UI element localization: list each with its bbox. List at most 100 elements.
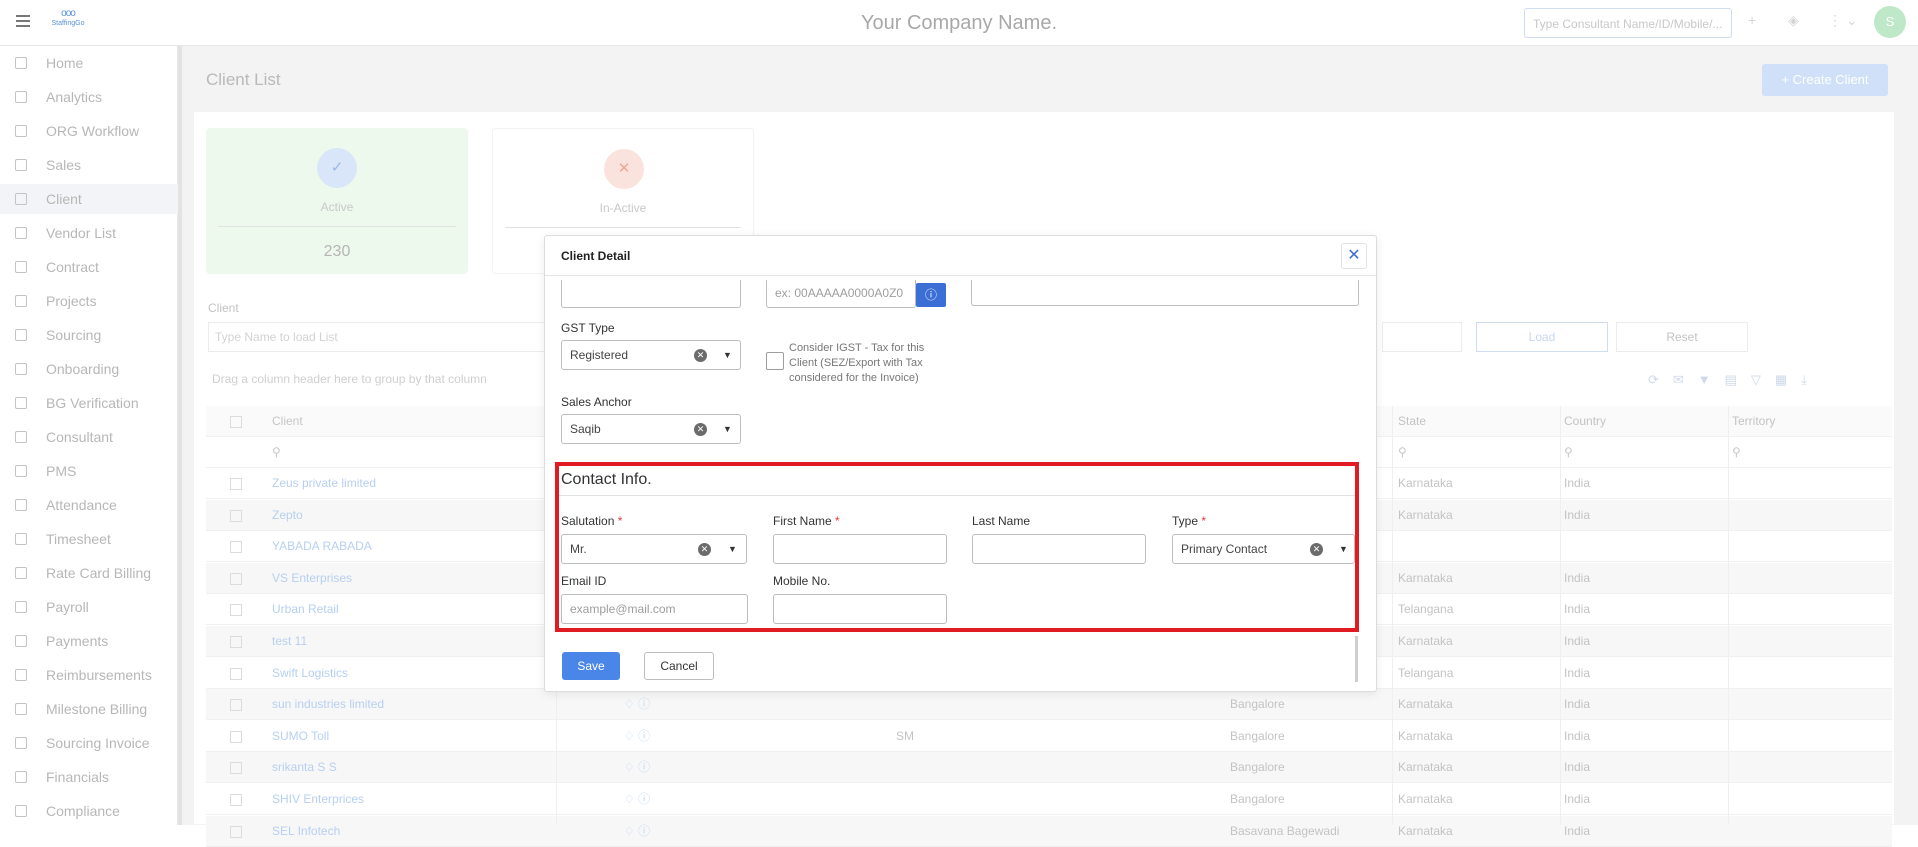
modal-scrollbar[interactable] (1355, 636, 1358, 682)
row-action-icons[interactable]: ♢ ⓘ (624, 784, 684, 815)
row-checkbox[interactable] (230, 572, 242, 585)
row-checkbox[interactable] (230, 794, 242, 806)
row-checkbox[interactable] (230, 730, 242, 743)
row-action-icons[interactable]: ♢ ⓘ (624, 721, 684, 752)
sidebar-item-vendor-list[interactable]: Vendor List (0, 218, 178, 248)
sidebar-item-financials[interactable]: Financials (0, 762, 178, 792)
client-name-link[interactable]: Zeus private limited (272, 468, 562, 499)
col-header-state[interactable]: State (1398, 406, 1558, 437)
client-name-link[interactable]: Swift Logistics (272, 658, 562, 689)
row-action-icons[interactable]: ♢ ⓘ (624, 752, 684, 783)
menu-item-icon (15, 227, 27, 239)
row-checkbox[interactable] (230, 825, 242, 838)
sidebar-item-attendance[interactable]: Attendance (0, 490, 178, 520)
sidebar-item-contract[interactable]: Contract (0, 252, 178, 282)
sidebar-item-onboarding[interactable]: Onboarding (0, 354, 178, 384)
col-header-country[interactable]: Country (1564, 406, 1724, 437)
igst-checkbox[interactable] (766, 352, 784, 370)
gst-type-label: GST Type (561, 321, 615, 335)
search-icon[interactable]: ⚲ (1732, 437, 1741, 468)
select-all-checkbox[interactable] (230, 416, 242, 428)
client-name-link[interactable]: Zepto (272, 500, 562, 531)
row-action-icons[interactable]: ♢ ⓘ (624, 689, 684, 720)
client-name-link[interactable]: YABADA RABADA (272, 531, 562, 562)
row-checkbox[interactable] (230, 478, 242, 490)
client-state: Karnataka (1398, 792, 1453, 806)
row-checkbox[interactable] (230, 762, 242, 775)
info-icon[interactable]: ⓘ (916, 283, 946, 307)
sidebar-item-pms[interactable]: PMS (0, 456, 178, 486)
sidebar-item-reimbursements[interactable]: Reimbursements (0, 660, 178, 690)
client-name-link[interactable]: srikanta S S (272, 752, 562, 783)
client-name-link[interactable]: VS Enterprises (272, 563, 562, 594)
more-options-icon[interactable]: ⋮ ⌄ (1828, 12, 1858, 29)
address-field[interactable] (971, 280, 1359, 306)
sidebar-item-bg-verification[interactable]: BG Verification (0, 388, 178, 418)
plus-icon[interactable]: + (1748, 12, 1756, 28)
sidebar-item-client[interactable]: Client (0, 184, 178, 214)
global-search-input[interactable]: Type Consultant Name/ID/Mobile/... (1524, 8, 1732, 38)
clear-icon[interactable]: ✕ (694, 349, 707, 362)
save-button[interactable]: Save (562, 652, 620, 680)
menu-item-icon (15, 193, 27, 205)
sidebar-item-milestone-billing[interactable]: Milestone Billing (0, 694, 178, 724)
table-row[interactable]: SUMO Toll ♢ ⓘ SM Bangalore Karnataka India (206, 721, 1892, 752)
top-bar: ooo StaffingGo Your Company Name. Type C… (0, 0, 1918, 46)
table-row[interactable]: SEL Infotech ♢ ⓘ Basavana Bagewadi Karnatak… (206, 815, 1892, 847)
sidebar-item-compliance[interactable]: Compliance (0, 796, 178, 826)
client-filter-input[interactable]: Type Name to load List (208, 322, 548, 352)
create-client-button[interactable]: + Create Client (1762, 64, 1888, 96)
table-row[interactable]: srikanta S S ♢ ⓘ Bangalore Karnataka India (206, 752, 1892, 784)
cancel-button[interactable]: Cancel (644, 652, 714, 680)
sidebar-item-analytics[interactable]: Analytics (0, 82, 178, 112)
gstin-field[interactable]: ex: 00AAAAA0000A0Z0 (766, 280, 916, 308)
row-checkbox[interactable] (230, 541, 242, 554)
sidebar-item-sales[interactable]: Sales (0, 150, 178, 180)
col-header-client[interactable]: Client (272, 406, 562, 437)
sidebar-item-org-workflow[interactable]: ORG Workflow (0, 116, 178, 146)
user-avatar[interactable]: S (1874, 6, 1906, 38)
client-name-link[interactable]: SEL Infotech (272, 816, 562, 847)
table-row[interactable]: SHIV Enterprices ♢ ⓘ Bangalore Karnataka Ind… (206, 784, 1892, 815)
row-checkbox[interactable] (230, 699, 242, 712)
caret-down-icon[interactable]: ▼ (723, 350, 732, 360)
close-icon[interactable]: ✕ (1341, 243, 1367, 269)
search-icon[interactable]: ⚲ (272, 437, 281, 468)
col-header-territory[interactable]: Territory (1732, 406, 1892, 437)
sidebar-item-projects[interactable]: Projects (0, 286, 178, 316)
search-icon[interactable]: ⚲ (1564, 437, 1573, 468)
row-checkbox[interactable] (230, 667, 242, 680)
reset-button[interactable]: Reset (1616, 322, 1748, 352)
bell-icon[interactable]: ◈ (1788, 12, 1799, 29)
client-name-link[interactable]: test 11 (272, 626, 562, 657)
row-checkbox[interactable] (230, 509, 242, 522)
clear-icon[interactable]: ✕ (694, 423, 707, 436)
gst-type-select[interactable]: Registered ✕ ▼ (561, 340, 741, 370)
sidebar-item-timesheet[interactable]: Timesheet (0, 524, 178, 554)
sidebar-item-payments[interactable]: Payments (0, 626, 178, 656)
sidebar-item-payroll[interactable]: Payroll (0, 592, 178, 622)
search-icon[interactable]: ⚲ (1398, 437, 1407, 468)
filter-select[interactable] (1382, 322, 1462, 352)
caret-down-icon[interactable]: ▼ (723, 424, 732, 434)
menu-item-icon (15, 397, 27, 409)
client-name-link[interactable]: SUMO Toll (272, 721, 562, 752)
sidebar-item-consultant[interactable]: Consultant (0, 422, 178, 452)
sales-anchor-select[interactable]: Saqib ✕ ▼ (561, 414, 741, 444)
pan-field[interactable] (561, 280, 741, 308)
table-row[interactable]: sun industries limited ♢ ⓘ Bangalore Karnat… (206, 689, 1892, 721)
active-clients-card[interactable]: ✓ Active 230 (206, 128, 468, 274)
sidebar-item-sourcing[interactable]: Sourcing (0, 320, 178, 350)
client-name-link[interactable]: SHIV Enterprices (272, 784, 562, 815)
sidebar-item-sourcing-invoice[interactable]: Sourcing Invoice (0, 728, 178, 758)
client-name-link[interactable]: sun industries limited (272, 689, 562, 720)
client-name-link[interactable]: Urban Retail (272, 594, 562, 625)
load-button[interactable]: Load (1476, 322, 1608, 352)
sidebar-item-home[interactable]: Home (0, 48, 178, 78)
grid-toolbar-icons[interactable]: ⟳✉▼▤▽▦⤓ (1648, 372, 1821, 388)
row-checkbox[interactable] (230, 636, 242, 648)
row-action-icons[interactable]: ♢ ⓘ (624, 816, 684, 847)
sidebar-item-rate-card-billing[interactable]: Rate Card Billing (0, 558, 178, 588)
modal-title: Client Detail (561, 249, 631, 263)
row-checkbox[interactable] (230, 604, 242, 617)
